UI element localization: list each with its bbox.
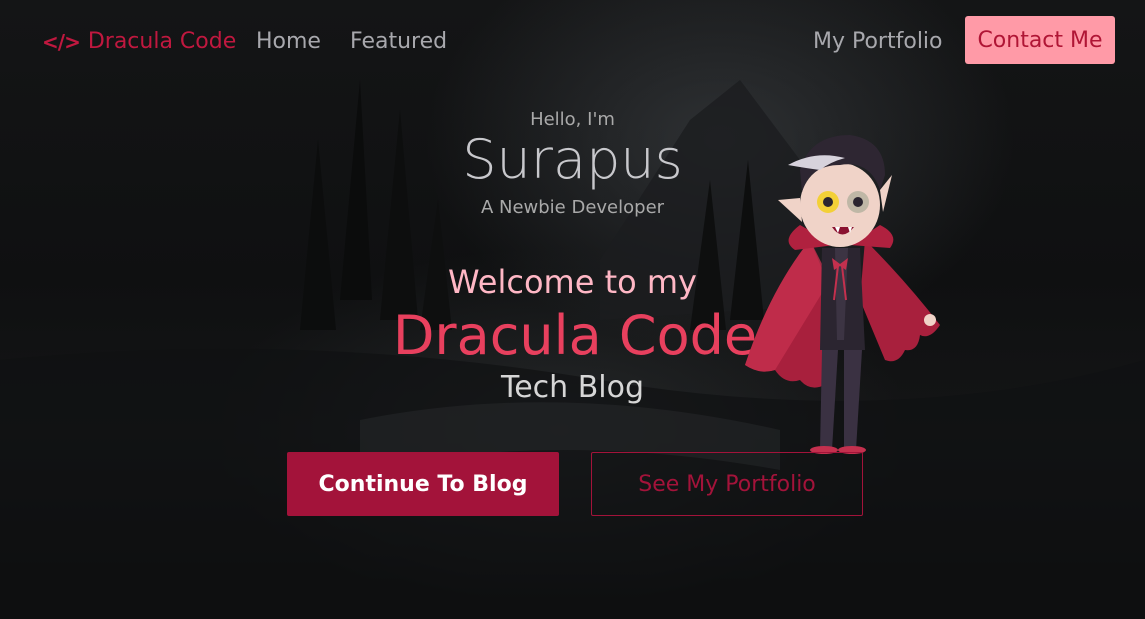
brand-label: Dracula Code [87,29,237,54]
welcome-text: Welcome to my [448,263,697,301]
code-icon: </> [42,29,81,54]
nav-link-home[interactable]: Home [256,29,321,54]
site-subtitle: Tech Blog [500,370,645,405]
brand-link[interactable]: </> Dracula Code [42,29,236,54]
contact-button[interactable]: Contact Me [965,16,1115,64]
top-navbar: </> Dracula Code Home Featured My Portfo… [0,0,1145,80]
greeting-text: Hello, I'm [530,109,615,130]
author-tagline: A Newbie Developer [480,197,665,218]
see-portfolio-button[interactable]: See My Portfolio [591,452,863,516]
nav-link-portfolio[interactable]: My Portfolio [813,29,943,54]
author-name: Surapus [462,128,683,191]
continue-to-blog-button[interactable]: Continue To Blog [287,452,559,516]
dracula-character-illustration [745,135,940,454]
nav-link-featured[interactable]: Featured [350,29,447,54]
site-name-heading: Dracula Code [392,304,758,367]
